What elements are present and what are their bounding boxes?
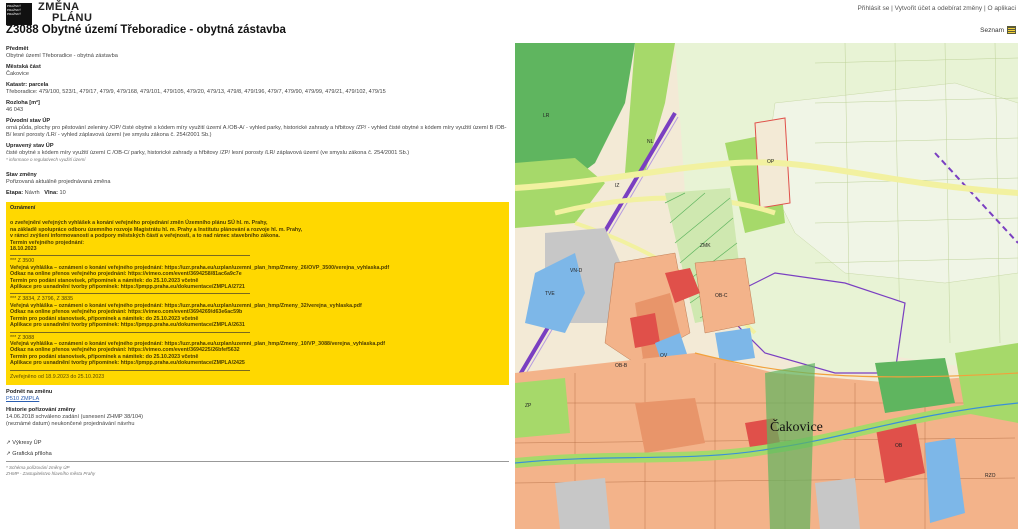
vykresy-up-link[interactable]: ↗ Výkresy ÚP xyxy=(6,440,509,447)
katastr-label: Katastr: parcela xyxy=(6,82,49,88)
podnet-link[interactable]: P510 ZMPLA xyxy=(6,396,509,403)
predmet-value: Obytné území Třeboradice - obytná zástav… xyxy=(6,53,118,59)
zhmp-note: ZHMP - Zastupitelstvo hlavního města Pra… xyxy=(6,471,96,476)
map-zone-label: LR xyxy=(543,113,550,119)
mestska-cast-value: Čakovice xyxy=(6,71,30,77)
notice-block-z3088: *** Z 3088 Veřejná vyhláška – oznámení o… xyxy=(10,335,505,367)
historie-label: Historie pořizování změny xyxy=(6,407,76,413)
notice-block-z3834: *** Z 3834, Z 3796, Z 3835 Veřejná vyhlá… xyxy=(10,296,505,328)
stav-zmeny-label: Stav změny xyxy=(6,172,37,178)
puvodni-stav-label: Původní stav ÚP xyxy=(6,118,51,124)
announcement-box: Oznámení o zveřejnění veřejných vyhlášek… xyxy=(6,202,509,385)
notice-block-z3500: *** Z 3500 Veřejná vyhláška – oznámení o… xyxy=(10,258,505,290)
upraveny-stav-value: čisté obytné s kódem míry využití území … xyxy=(6,150,410,156)
map-zone-label: ZMK xyxy=(700,243,711,249)
graficka-priloha-link[interactable]: ↗ Grafická příloha xyxy=(6,451,509,458)
map-zone-label: OB-B xyxy=(615,363,628,369)
mestska-cast-label: Městská část xyxy=(6,64,41,70)
rozloha-label: Rozloha [m²] xyxy=(6,100,40,106)
zoning-map[interactable]: LR NL OP OB-B OB-C ZP ZMK VN-D TVE OV OB… xyxy=(515,43,1018,529)
change-detail-panel: Předmět Obytné území Třeboradice - obytn… xyxy=(6,42,509,477)
prague-logo[interactable]: PRAŽSKÝ PRAŽSKÝ PRAŽSKÝ xyxy=(6,3,32,25)
announcement-date: 18.10.2023 xyxy=(10,246,37,253)
puvodni-stav-value: orná půda, plochy pro pěstování zeleniny… xyxy=(6,125,507,138)
upraveny-stav-label: Upravený stav ÚP xyxy=(6,143,54,149)
historie-line: (neznámé datum) neukončené projednávání … xyxy=(6,421,135,427)
aplikace-link[interactable]: Aplikace pro usnadnění tvorby připomínek… xyxy=(10,360,505,366)
map-zone-label: OB xyxy=(895,443,903,449)
logo-word: PRAŽSKÝ xyxy=(7,12,22,16)
historie-line: 14.06.2018 schváleno zadání (usnesení ZH… xyxy=(6,414,144,420)
map-zone-label: ZP xyxy=(525,403,532,409)
map-zone-label: OP xyxy=(767,159,775,165)
predmet-label: Předmět xyxy=(6,46,29,52)
aplikace-link[interactable]: Aplikace pro usnadnění tvorby připomínek… xyxy=(10,284,505,290)
map-zone-label: RZO xyxy=(985,473,996,479)
map-place-label: Čakovice xyxy=(770,420,823,435)
map-zone-label: OB-C xyxy=(715,293,728,299)
zoning-map-canvas[interactable] xyxy=(515,43,1018,529)
map-zone-label: IZ xyxy=(615,183,620,189)
vlna-value: 10 xyxy=(59,190,66,196)
page-title: Z3088 Obytné území Třeboradice - obytná … xyxy=(6,24,286,36)
stav-zmeny-value: Pořizovaná aktuálně projednávaná změna xyxy=(6,179,111,185)
published-range: Zveřejněno od 18.9.2023 do 25.10.2023 xyxy=(10,373,105,380)
hamburger-menu-icon xyxy=(1007,26,1016,34)
aplikace-link[interactable]: Aplikace pro usnadnění tvorby připomínek… xyxy=(10,322,505,328)
map-zone-label: NL xyxy=(647,139,654,145)
rozloha-value: 46 043 xyxy=(6,107,24,113)
map-zone-label: TVE xyxy=(545,291,555,297)
logo-line-2: PLÁNU xyxy=(52,12,93,24)
etapa-row: Etapa: Návrh Vlna: 10 xyxy=(6,190,509,197)
etapa-label: Etapa: xyxy=(6,190,24,196)
katastr-value: Třeboradice: 479/100, 523/1, 479/17, 479… xyxy=(6,89,386,95)
etapa-value: Návrh xyxy=(24,190,40,196)
app-logo-text[interactable]: ZMĚNA PLÁNU xyxy=(38,2,92,24)
podnet-label: Podnět na změnu xyxy=(6,389,53,395)
vlna-label: Vlna: xyxy=(44,190,58,196)
account-links[interactable]: Přihlásit se | Vytvořit účet a odebírat … xyxy=(858,5,1016,12)
map-zone-label: VN-D xyxy=(570,268,583,274)
map-zone-label: OV xyxy=(660,353,668,359)
regulativy-note-link[interactable]: * informace o regulativech využití území xyxy=(6,157,509,163)
seznam-label: Seznam xyxy=(980,26,1004,34)
seznam-menu-button[interactable]: Seznam xyxy=(980,26,1016,34)
